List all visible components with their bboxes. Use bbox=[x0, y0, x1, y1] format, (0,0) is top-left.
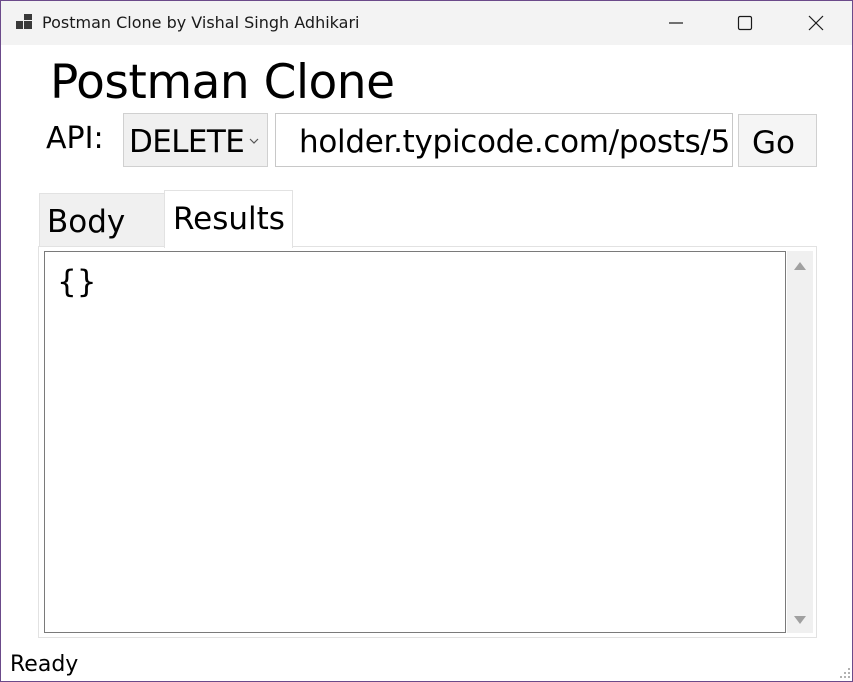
results-textbox[interactable]: {} bbox=[44, 251, 786, 633]
minimize-icon bbox=[669, 22, 683, 24]
api-label: API: bbox=[46, 121, 104, 156]
minimize-button[interactable] bbox=[653, 1, 699, 45]
page-title: Postman Clone bbox=[50, 55, 395, 110]
go-button[interactable]: Go bbox=[738, 114, 817, 167]
url-input[interactable]: holder.typicode.com/posts/5 bbox=[275, 113, 733, 167]
tab-body[interactable]: Body bbox=[39, 193, 165, 246]
close-button[interactable] bbox=[793, 1, 839, 45]
window-title: Postman Clone by Vishal Singh Adhikari bbox=[42, 13, 360, 32]
go-button-label: Go bbox=[752, 125, 795, 161]
maximize-button[interactable] bbox=[722, 1, 768, 45]
scroll-down-icon[interactable] bbox=[793, 615, 807, 625]
app-icon bbox=[16, 14, 32, 29]
tab-results[interactable]: Results bbox=[164, 190, 293, 248]
vertical-scrollbar[interactable] bbox=[787, 251, 813, 633]
title-bar[interactable]: Postman Clone by Vishal Singh Adhikari bbox=[1, 1, 852, 45]
chevron-down-icon[interactable] bbox=[248, 137, 260, 145]
url-value: holder.typicode.com/posts/5 bbox=[299, 124, 730, 160]
tab-results-label: Results bbox=[173, 201, 285, 237]
app-window: Postman Clone by Vishal Singh Adhikari P… bbox=[1, 1, 852, 681]
maximize-icon bbox=[737, 15, 753, 31]
status-text: Ready bbox=[10, 652, 79, 677]
results-text: {} bbox=[57, 264, 97, 300]
resize-grip-icon[interactable] bbox=[839, 667, 851, 679]
close-icon bbox=[808, 15, 824, 31]
method-value: DELETE bbox=[129, 124, 245, 160]
tab-body-label: Body bbox=[47, 204, 126, 240]
scroll-up-icon[interactable] bbox=[793, 261, 807, 271]
method-dropdown[interactable]: DELETE bbox=[123, 113, 268, 167]
